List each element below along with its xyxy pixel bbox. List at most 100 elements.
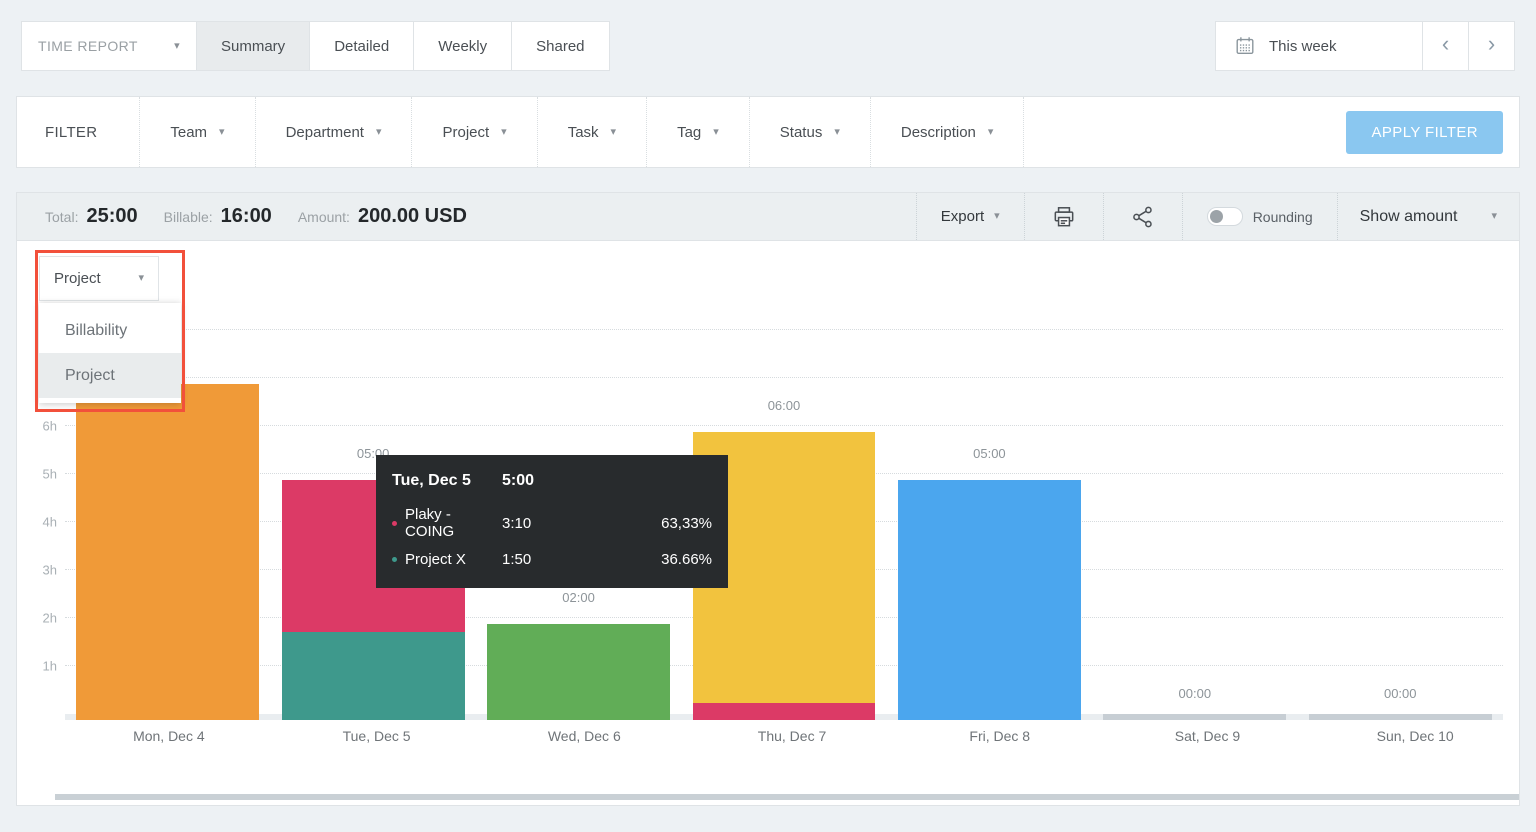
filter-task-label: Task: [568, 124, 599, 141]
billable-label: Billable:: [164, 209, 213, 225]
tooltip-project-time: 1:50: [502, 551, 610, 568]
print-icon: [1051, 204, 1077, 230]
bar-segment[interactable]: [282, 632, 465, 720]
caret-down-icon: ▾: [988, 127, 994, 138]
bar-value-label: 00:00: [1092, 686, 1297, 701]
chart-area: 1h2h3h4h5h6h7h8h 05:0002:0006:0005:0000:…: [17, 330, 1503, 714]
bar-segment[interactable]: [76, 384, 259, 720]
bar-value-label: 06:00: [681, 398, 886, 413]
caret-down-icon: ▾: [501, 127, 507, 138]
caret-down-icon: ▾: [834, 127, 840, 138]
time-report-select[interactable]: TIME REPORT ▾: [21, 21, 197, 71]
tab-weekly[interactable]: Weekly: [413, 21, 512, 71]
chart-grouping-value: Project: [54, 270, 101, 287]
filter-department[interactable]: Department ▾: [255, 97, 412, 167]
report-type-group: TIME REPORT ▾ Summary Detailed Weekly Sh…: [21, 21, 610, 71]
share-button[interactable]: [1103, 193, 1182, 240]
filter-description[interactable]: Description ▾: [870, 97, 1025, 167]
bar-value-label: 00:00: [1298, 686, 1503, 701]
y-axis-tick-label: 3h: [17, 563, 57, 578]
top-header: TIME REPORT ▾ Summary Detailed Weekly Sh…: [16, 21, 1520, 71]
chevron-right-icon: ›: [1488, 31, 1495, 57]
tooltip-project-percent: 63,33%: [610, 515, 712, 532]
caret-down-icon: ▾: [713, 127, 719, 138]
rounding-control: Rounding: [1182, 193, 1337, 240]
horizontal-scrollbar[interactable]: [55, 794, 1519, 800]
tab-weekly-label: Weekly: [438, 38, 487, 55]
bar-segment[interactable]: [898, 480, 1081, 720]
x-axis-label: Thu, Dec 7: [688, 728, 896, 744]
filter-tag[interactable]: Tag ▾: [646, 97, 749, 167]
stacked-bar[interactable]: [898, 480, 1081, 720]
bar-segment[interactable]: [693, 703, 876, 720]
tooltip-project-percent: 36.66%: [610, 551, 712, 568]
filter-project[interactable]: Project ▾: [411, 97, 536, 167]
y-axis-tick-label: 1h: [17, 659, 57, 674]
bar-columns: 05:0002:0006:0005:0000:0000:00: [65, 330, 1503, 714]
apply-filter-button[interactable]: APPLY FILTER: [1346, 111, 1503, 154]
caret-down-icon: ▾: [994, 211, 1000, 222]
tab-summary[interactable]: Summary: [196, 21, 310, 71]
filter-label: FILTER: [17, 124, 139, 141]
filter-department-label: Department: [286, 124, 364, 141]
x-axis-label: Fri, Dec 8: [896, 728, 1104, 744]
date-range-picker[interactable]: This week: [1215, 21, 1423, 71]
summary-actions: Export ▾: [916, 193, 1519, 240]
print-button[interactable]: [1024, 193, 1103, 240]
zero-hours-bar[interactable]: [1103, 714, 1286, 720]
filter-status[interactable]: Status ▾: [749, 97, 870, 167]
menu-option-project[interactable]: Project: [39, 353, 181, 398]
tooltip-project-time: 3:10: [502, 515, 610, 532]
project-color-bullet: [392, 521, 397, 526]
chart-tooltip: Tue, Dec 5 5:00 Plaky - COING 3:10 63,33…: [376, 455, 728, 588]
tab-detailed[interactable]: Detailed: [309, 21, 414, 71]
filter-team-label: Team: [170, 124, 207, 141]
toggle-knob: [1210, 210, 1223, 223]
filter-status-label: Status: [780, 124, 823, 141]
filter-description-label: Description: [901, 124, 976, 141]
y-axis-tick-label: 4h: [17, 515, 57, 530]
tooltip-project-name: Project X: [405, 551, 466, 568]
tooltip-row: Plaky - COING 3:10 63,33%: [392, 506, 712, 540]
project-color-bullet: [392, 557, 397, 562]
tab-detailed-label: Detailed: [334, 38, 389, 55]
caret-down-icon: ▾: [219, 127, 225, 138]
x-axis-label: Mon, Dec 4: [65, 728, 273, 744]
show-amount-dropdown[interactable]: Show amount ▾: [1337, 193, 1519, 240]
chart-grouping-select[interactable]: Project ▾: [39, 256, 159, 301]
chart-section: Project ▾ Billability Project 1h2h3h4h5h…: [17, 241, 1519, 800]
tab-summary-label: Summary: [221, 38, 285, 55]
stacked-bar[interactable]: [76, 384, 259, 720]
tooltip-total: 5:00: [502, 472, 610, 490]
summary-bar: Total: 25:00 Billable: 16:00 Amount: 200…: [17, 193, 1519, 241]
menu-option-billability[interactable]: Billability: [39, 308, 181, 353]
report-card: Total: 25:00 Billable: 16:00 Amount: 200…: [16, 192, 1520, 806]
next-week-button[interactable]: ›: [1468, 21, 1515, 71]
tab-shared[interactable]: Shared: [511, 21, 609, 71]
x-axis-label: Tue, Dec 5: [273, 728, 481, 744]
rounding-toggle[interactable]: [1207, 207, 1243, 226]
summary-totals: Total: 25:00 Billable: 16:00 Amount: 200…: [17, 205, 485, 228]
tab-shared-label: Shared: [536, 38, 584, 55]
bar-segment[interactable]: [487, 624, 670, 720]
x-axis-label: Sat, Dec 9: [1104, 728, 1312, 744]
total-label: Total:: [45, 209, 78, 225]
previous-week-button[interactable]: ‹: [1422, 21, 1469, 71]
tooltip-row: Project X 1:50 36.66%: [392, 551, 712, 568]
y-axis-tick-label: 2h: [17, 611, 57, 626]
export-dropdown[interactable]: Export ▾: [916, 193, 1024, 240]
caret-down-icon: ▾: [1491, 211, 1497, 222]
rounding-label: Rounding: [1253, 209, 1313, 225]
stacked-bar[interactable]: [487, 624, 670, 720]
filter-task[interactable]: Task ▾: [537, 97, 646, 167]
filter-tag-label: Tag: [677, 124, 701, 141]
y-axis-tick-label: 6h: [17, 419, 57, 434]
x-axis-label: Sun, Dec 10: [1311, 728, 1519, 744]
filter-bar: FILTER Team ▾ Department ▾ Project ▾ Tas…: [16, 96, 1520, 168]
caret-down-icon: ▾: [174, 41, 180, 52]
filter-team[interactable]: Team ▾: [139, 97, 254, 167]
filter-project-label: Project: [442, 124, 489, 141]
zero-hours-bar[interactable]: [1309, 714, 1492, 720]
export-label: Export: [941, 208, 984, 225]
calendar-icon: [1234, 35, 1256, 57]
